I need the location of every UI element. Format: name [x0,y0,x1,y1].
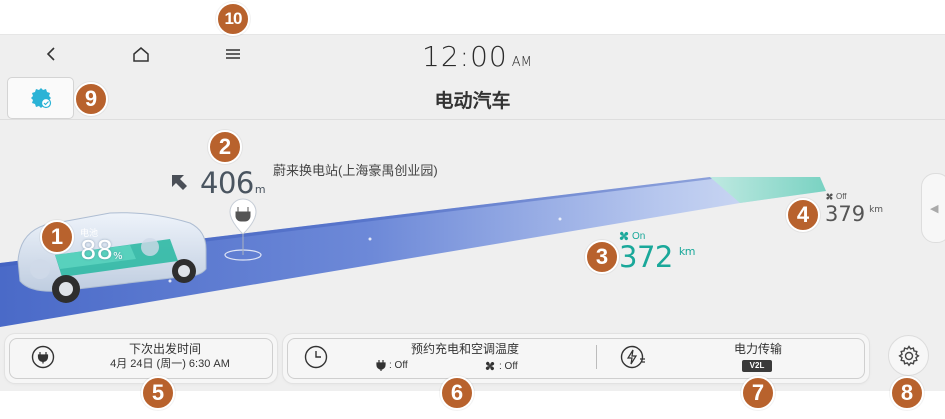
battery-percent-unit: % [113,251,123,262]
power-transfer-title[interactable]: 电力传输 [698,340,818,357]
home-icon[interactable] [127,42,155,66]
range-ac-off: 379 km [825,202,883,226]
destination-distance: 406m [200,166,266,200]
range-ac-off-unit: km [869,205,884,215]
clock-icon [304,345,328,369]
battery-percent-value: 88 [80,236,114,266]
gear-icon [897,344,920,367]
scheduled-climate-status: : Off [484,360,518,372]
turn-arrow-icon [170,173,188,196]
callout-5: 5 [141,376,175,410]
ac-off-indicator: Off [825,192,847,201]
callout-2: 2 [208,130,242,164]
power-transfer-icon [620,345,646,369]
plug-small-icon [376,360,386,371]
departure-value: 4月 24日 (周一) 6:30 AM [110,358,230,370]
callout-3: 3 [585,240,619,274]
title-bar: 电动汽车 [0,76,945,120]
station-name: 蔚来换电站(上海豪禺创业园) [273,163,438,178]
ac-off-label: Off [836,192,847,201]
back-icon[interactable] [37,42,65,66]
scheduled-climate-label: : Off [499,360,518,372]
plug-icon [31,345,55,369]
side-panel-tab[interactable]: ◀ [921,173,945,243]
clock: 12:00 AM [422,40,532,73]
battery-percent: 88% [80,236,123,266]
schedule-title[interactable]: 预约充电和空调温度 [380,340,550,357]
callout-6: 6 [440,376,474,410]
range-ac-off-value: 379 [825,202,866,226]
clock-ampm: AM [511,55,532,70]
callout-1: 1 [40,220,74,254]
chevron-left-icon: ◀ [930,203,939,215]
callout-7: 7 [741,376,775,410]
fan-icon [826,193,833,200]
page-title: 电动汽车 [434,91,511,112]
settings-button[interactable] [888,335,929,376]
fan-icon [485,361,495,371]
v2l-badge: V2L [742,360,772,372]
callout-10: 10 [216,2,250,36]
scheduled-charge-status: : Off [376,360,408,371]
menu-icon[interactable] [219,42,247,66]
clock-time: 12:00 [422,40,508,73]
range-ac-on-value: 372 [619,240,673,274]
scheduled-charge-label: : Off [389,360,408,371]
callout-4: 4 [786,198,820,232]
range-ac-on-unit: km [678,245,696,258]
callout-9: 9 [74,82,108,116]
card-divider [596,345,597,369]
range-ac-on: 372 km [619,240,695,274]
destination-distance-value: 406 [200,166,254,200]
destination-distance-unit: m [254,183,266,196]
callout-8: 8 [890,376,924,410]
